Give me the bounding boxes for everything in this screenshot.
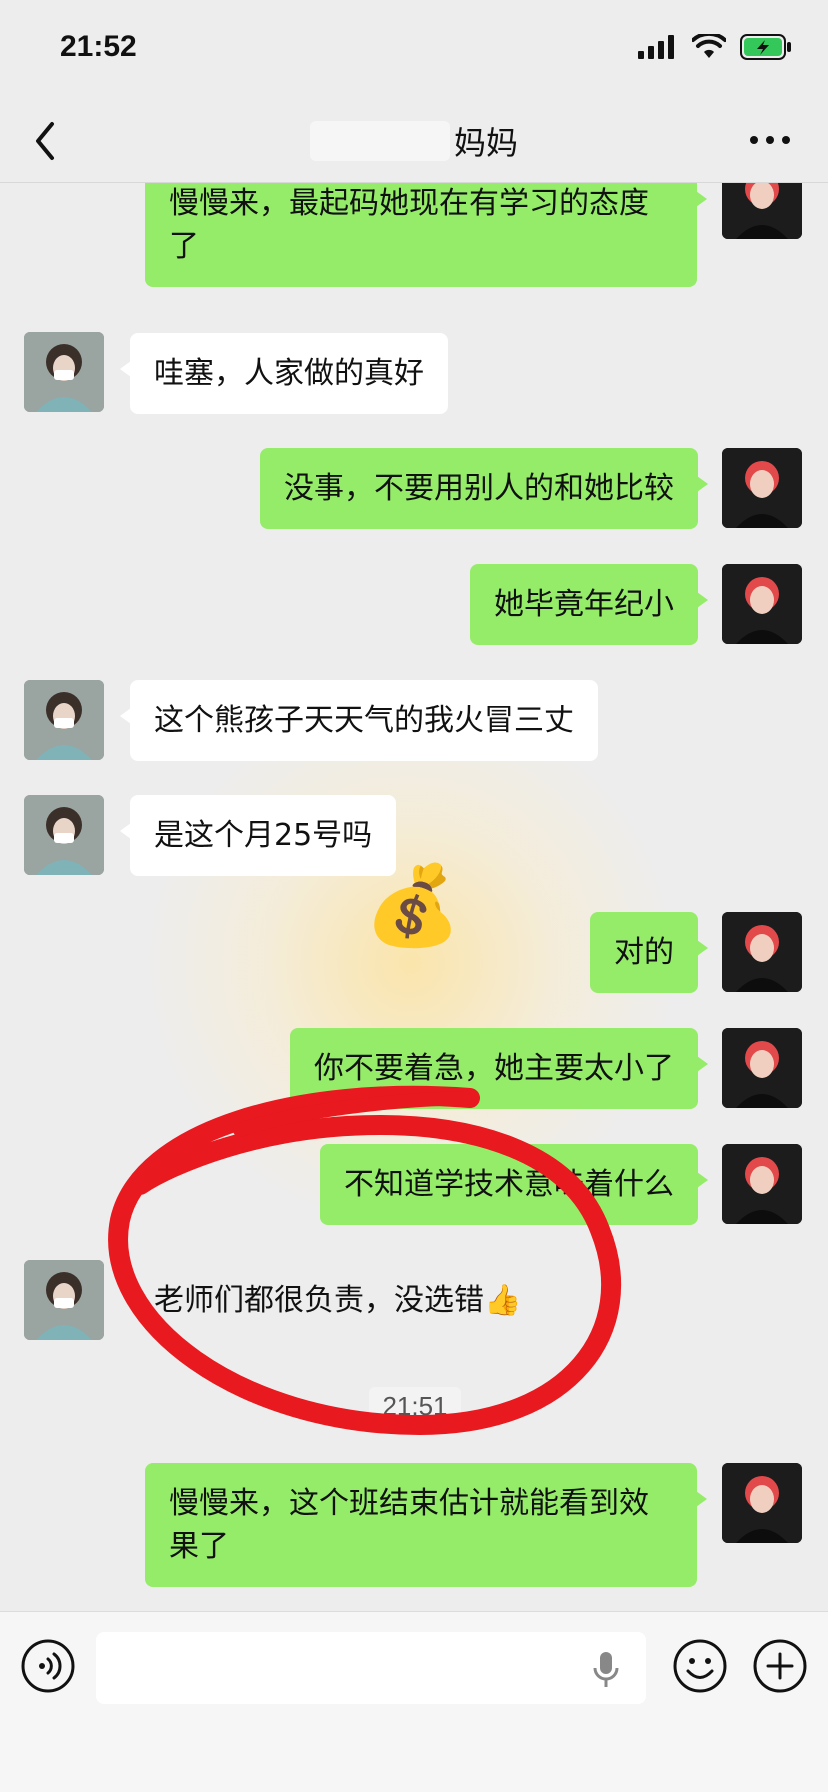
money-bag-emoji: 💰 [364, 861, 462, 951]
message-bubble[interactable]: 不知道学技术意味着什么 [320, 1144, 708, 1225]
chat-input-bar [0, 1611, 828, 1792]
my-avatar[interactable] [722, 1463, 802, 1543]
message-bubble[interactable]: 慢慢来，最起码她现在有学习的态度了 [145, 183, 707, 287]
message-bubble[interactable]: 慢慢来，这个班结束估计就能看到效果了 [145, 1463, 707, 1587]
battery-icon [740, 34, 791, 60]
message-bubble[interactable]: 她毕竟年纪小 [470, 564, 708, 645]
status-icons [638, 34, 792, 60]
microphone-icon[interactable] [592, 1650, 620, 1690]
message-bubble[interactable]: 对的 [590, 912, 708, 993]
my-avatar[interactable] [722, 448, 802, 528]
more-dots-icon[interactable] [748, 120, 792, 160]
message-bubble[interactable]: 这个熊孩子天天气的我火冒三丈 [120, 680, 598, 761]
chat-header: 妈妈 [0, 100, 828, 183]
chat-message-list[interactable]: 慢慢来，最起码她现在有学习的态度了 哇塞，人家做的真好 没事，不要用别人的和她比… [0, 183, 828, 1611]
title-area: 妈妈 [0, 118, 828, 164]
contact-avatar[interactable] [24, 332, 104, 412]
message-bubble[interactable]: 是这个月25号吗 [119, 795, 397, 876]
status-time: 21:52 [60, 30, 137, 63]
my-avatar[interactable] [722, 912, 802, 992]
message-bubble[interactable]: 哇塞，人家做的真好 [120, 333, 448, 414]
my-avatar[interactable] [722, 564, 802, 644]
thumbs-up-emoji: 👍 [484, 1283, 522, 1318]
wifi-icon [692, 34, 726, 58]
message-text: 老师们都很负责，没选错 [154, 1283, 484, 1318]
message-input[interactable] [96, 1632, 646, 1704]
my-avatar[interactable] [722, 1028, 802, 1108]
contact-avatar[interactable] [24, 795, 104, 875]
message-timestamp: 21:51 [369, 1387, 461, 1425]
status-bar: 21:52 [0, 0, 828, 100]
chat-title: 妈妈 [453, 124, 518, 162]
contact-avatar[interactable] [24, 680, 104, 760]
my-avatar[interactable] [722, 183, 802, 239]
plus-icon[interactable] [752, 1638, 808, 1694]
voice-icon[interactable] [20, 1638, 76, 1694]
contact-avatar[interactable] [24, 1260, 104, 1340]
message-bubble[interactable]: 你不要着急，她主要太小了 [290, 1028, 708, 1109]
emoji-icon[interactable] [672, 1638, 728, 1694]
message-bubble[interactable]: 老师们都很负责，没选错👍 [130, 1260, 545, 1341]
message-bubble[interactable]: 没事，不要用别人的和她比较 [260, 448, 708, 529]
signal-icon [638, 35, 674, 59]
blurred-name [309, 121, 450, 161]
my-avatar[interactable] [722, 1144, 802, 1224]
